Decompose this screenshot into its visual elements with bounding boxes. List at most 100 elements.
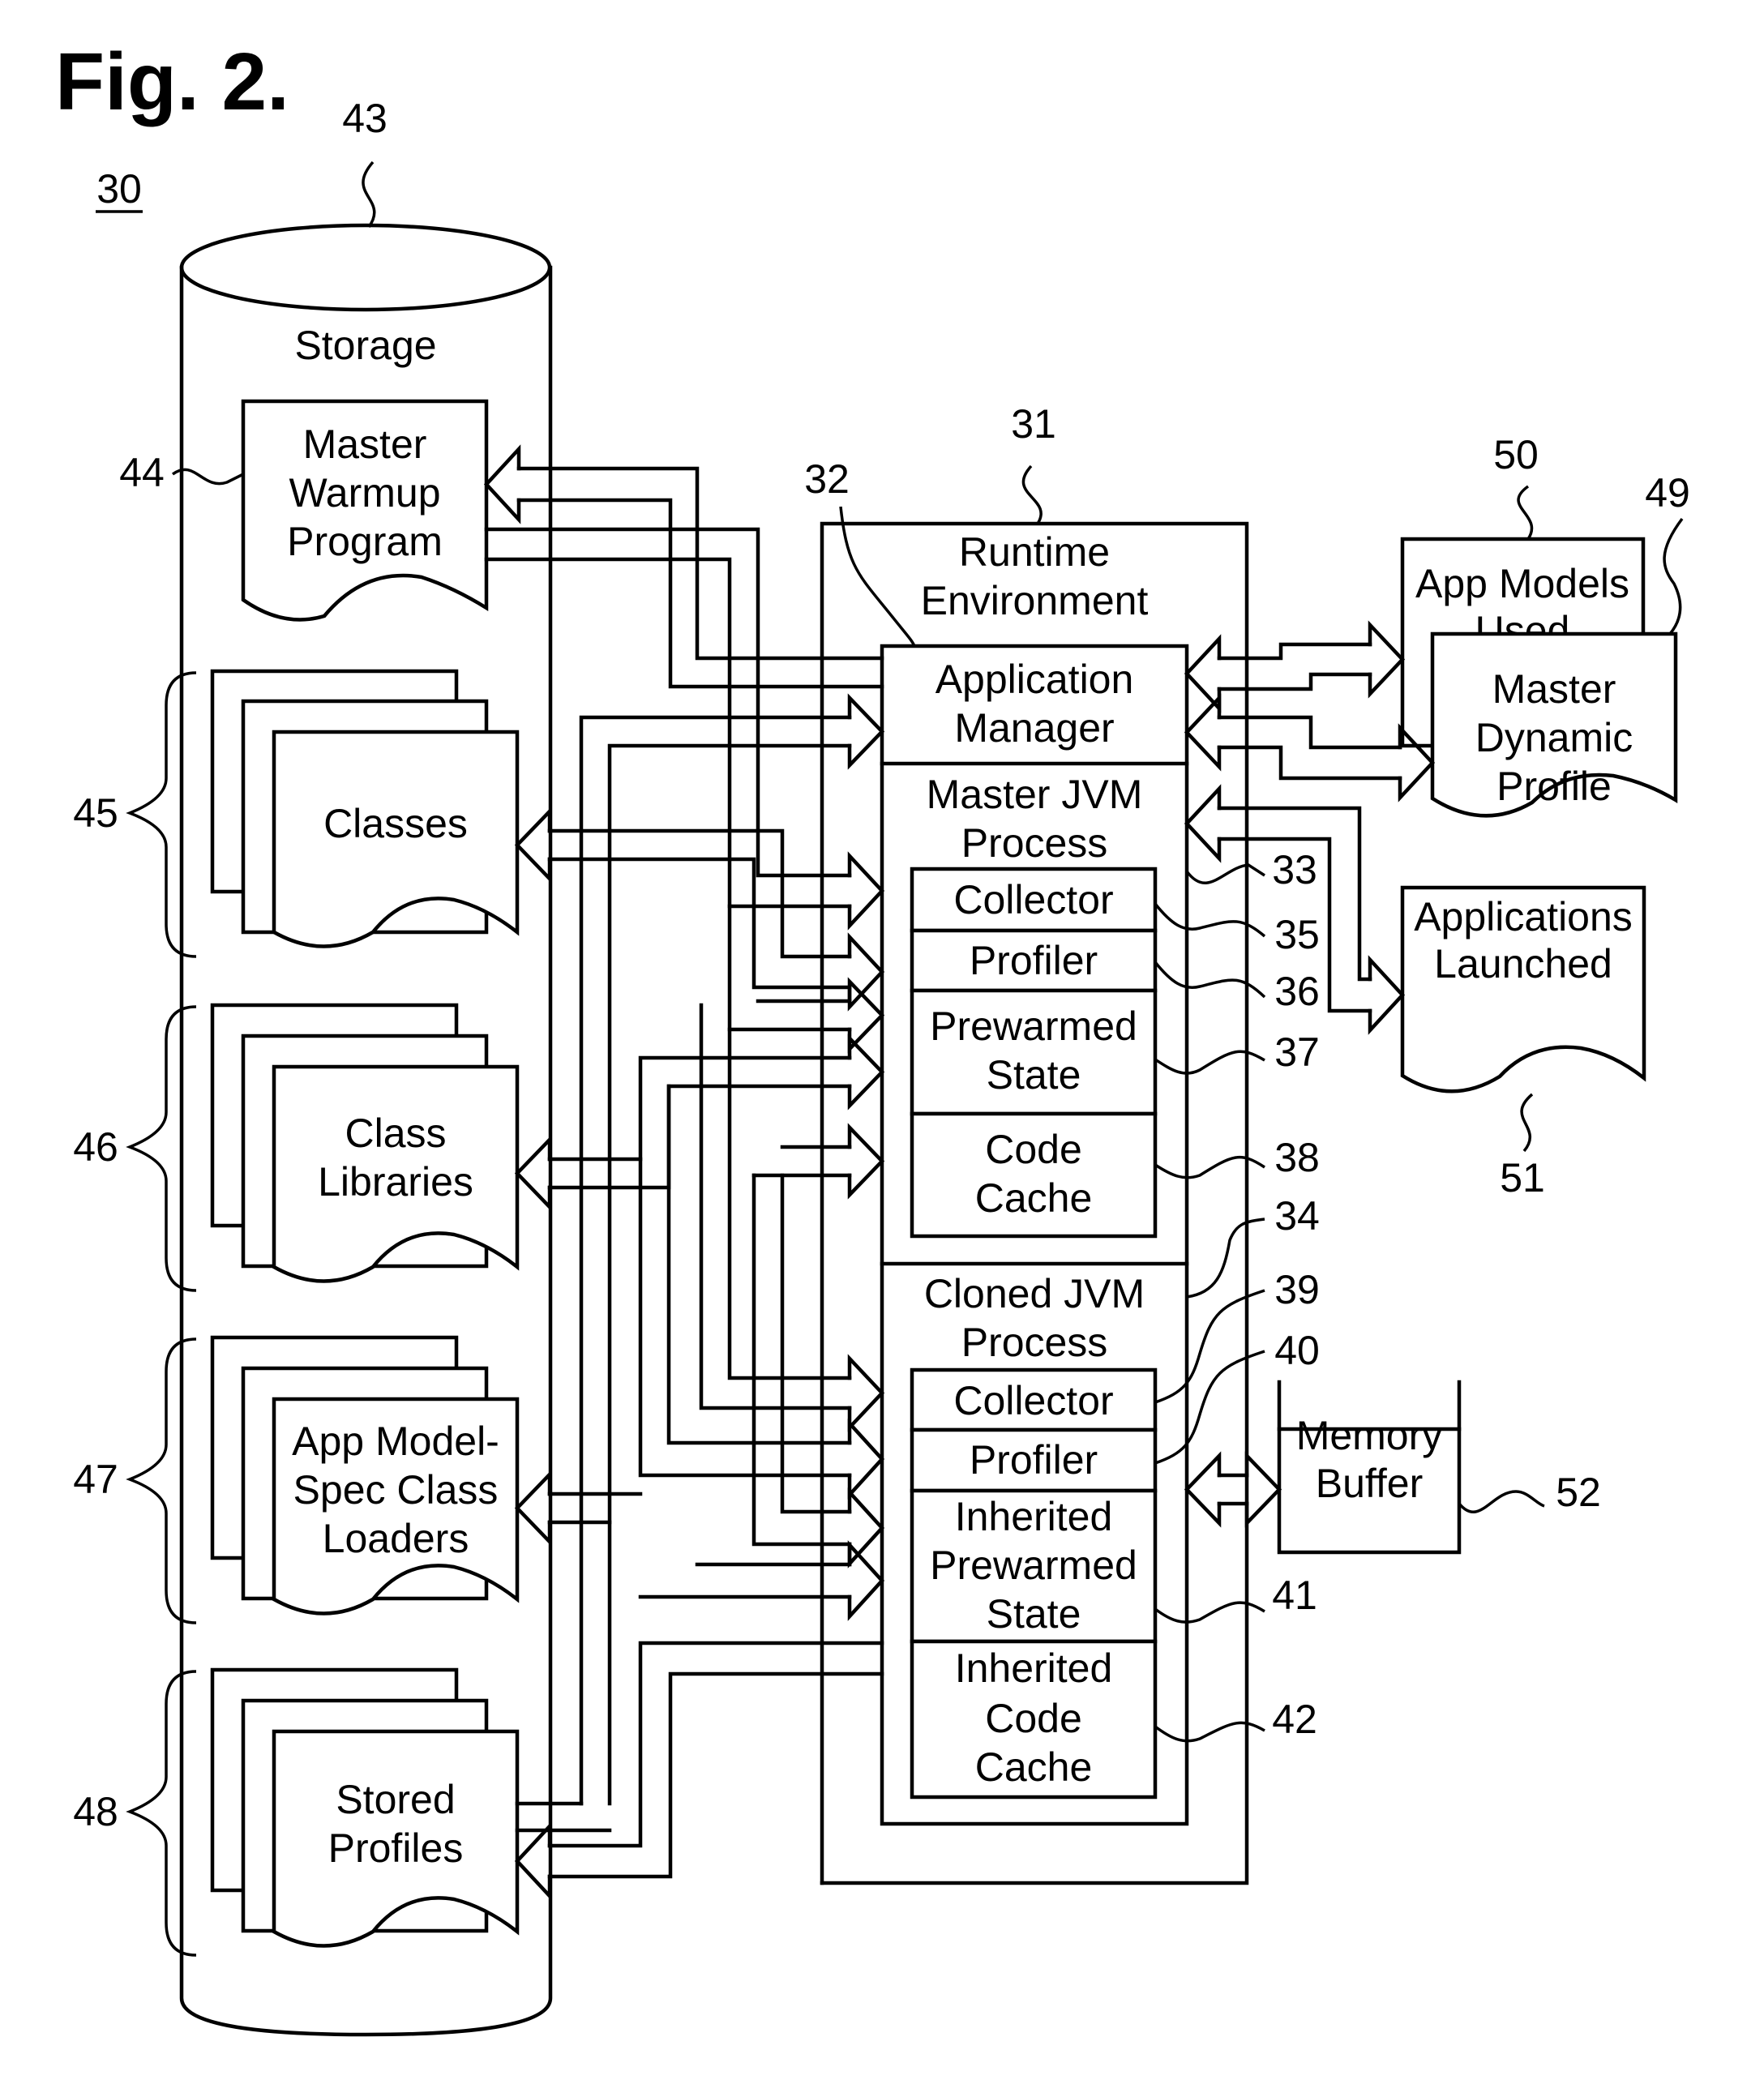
to-apps-launched-head <box>1368 955 1406 1035</box>
to-app-manager-head <box>847 693 885 770</box>
cloned-collector-box: Collector <box>910 1367 1158 1432</box>
leader-50 <box>1517 485 1534 540</box>
cloned-collector-label: Collector <box>953 1378 1113 1423</box>
memory-buffer: Memory Buffer <box>1277 1380 1462 1555</box>
app-models-line-1: App Models <box>1415 561 1629 606</box>
doc-44-line-1: Master <box>303 422 427 467</box>
leader-43 <box>362 160 376 229</box>
memory-buffer-line-2: Buffer <box>1316 1461 1424 1506</box>
cloned-code-cache-line-2: Code <box>985 1696 1082 1741</box>
doc-45-line-1: Classes <box>323 801 468 846</box>
ref-36: 36 <box>1274 969 1320 1014</box>
master-jvm-right-head <box>1184 784 1222 863</box>
master-profile-line-2: Dynamic <box>1475 715 1633 760</box>
app-manager-line-2: Manager <box>954 705 1114 751</box>
classes-to-profiler-lower <box>547 857 852 990</box>
bus-to-cloned-collector-lower <box>699 1003 852 1410</box>
ref-49: 49 <box>1645 470 1690 516</box>
applications-launched-doc: Applications Launched <box>1400 885 1646 1093</box>
cloned-prewarmed-line-2: Prewarmed <box>930 1543 1137 1588</box>
runtime-line-1: Runtime <box>959 529 1110 575</box>
memory-buffer-left-head <box>1184 1451 1222 1528</box>
ref-51: 51 <box>1500 1155 1545 1200</box>
ref-33: 33 <box>1272 847 1317 892</box>
ref-44: 44 <box>119 450 165 495</box>
architecture-diagram: Fig. 2. 30 43 Storage Master Warmup Prog… <box>55 36 1690 2037</box>
to-stored-profiles-head <box>514 1821 552 1901</box>
runtime-line-2: Environment <box>921 578 1149 623</box>
ref-46: 46 <box>73 1124 118 1170</box>
bus-to-cloned-collector-head <box>847 1354 885 1432</box>
stored-profiles-to-app-manager-upper <box>579 715 852 1806</box>
stored-profiles-doc-stack: Stored Profiles <box>210 1667 520 1948</box>
cloned-profiler-box: Profiler <box>910 1427 1158 1493</box>
libraries-to-master-head <box>847 1034 885 1111</box>
bus-to-cloned-prewarmed-upper <box>780 1173 852 1514</box>
app-manager-line-1: Application <box>936 657 1134 702</box>
master-collector-box: Collector <box>910 867 1158 933</box>
master-code-cache-line-2: Cache <box>975 1175 1093 1221</box>
master-jvm-line-2: Process <box>961 820 1108 866</box>
ref-37: 37 <box>1274 1029 1320 1075</box>
doc-44-line-2: Warmup <box>289 470 440 516</box>
cloned-profiler-label: Profiler <box>970 1437 1098 1483</box>
apps-launched-line-1: Applications <box>1414 894 1633 939</box>
bus-to-cloned-collector-upper <box>727 904 852 1380</box>
bus-to-code-cache-head <box>847 1123 885 1200</box>
master-profiler-box: Profiler <box>910 928 1158 993</box>
ref-43: 43 <box>342 96 387 141</box>
leader-31 <box>1021 464 1043 524</box>
leader-51 <box>1520 1093 1534 1153</box>
ref-45: 45 <box>73 790 118 836</box>
arrow-to-warmup-head <box>483 444 521 524</box>
to-app-models-lower <box>1217 672 1372 691</box>
to-app-models-head <box>1368 620 1406 699</box>
brace-45 <box>126 671 197 958</box>
warmup-to-collector-upper <box>484 527 852 878</box>
ref-38: 38 <box>1274 1135 1320 1180</box>
ref-30: 30 <box>96 166 142 212</box>
app-manager-right-head-2 <box>1184 693 1222 772</box>
classes-to-profiler-upper <box>547 828 852 959</box>
leader-49 <box>1663 517 1684 636</box>
leader-34 <box>1186 1218 1265 1299</box>
ref-40: 40 <box>1274 1328 1320 1373</box>
ref-48: 48 <box>73 1789 118 1834</box>
brace-47 <box>126 1337 197 1624</box>
doc-48-line-1: Stored <box>336 1777 455 1822</box>
ref-35: 35 <box>1274 912 1320 957</box>
ref-41: 41 <box>1272 1573 1317 1618</box>
master-prewarmed-line-2: State <box>987 1052 1081 1098</box>
ref-39: 39 <box>1274 1267 1320 1312</box>
ref-47: 47 <box>73 1457 118 1502</box>
cloned-jvm-line-2: Process <box>961 1320 1108 1365</box>
classes-arrow-head <box>514 807 552 884</box>
apps-launched-line-2: Launched <box>1434 941 1612 986</box>
cloned-jvm-line-1: Cloned JVM <box>924 1271 1145 1316</box>
bus-to-cloned-profiler-lower <box>638 1157 852 1478</box>
cloned-prewarmed-line-1: Inherited <box>955 1494 1113 1539</box>
master-code-cache-line-1: Code <box>985 1127 1082 1172</box>
cloned-inherited-prewarmed-state-box: Inherited Prewarmed State <box>910 1488 1158 1644</box>
doc-44-line-3: Program <box>287 519 443 564</box>
warmup-to-collector-lower <box>484 557 852 909</box>
cloned-code-cache-line-3: Cache <box>975 1744 1093 1790</box>
cloned-inherited-code-cache-box: Inherited Code Cache <box>910 1639 1158 1800</box>
leader-33 <box>1185 863 1265 884</box>
leader-52 <box>1458 1490 1545 1513</box>
brace-48 <box>126 1670 197 1957</box>
app-model-spec-class-loaders-doc-stack: App Model- Spec Class Loaders <box>210 1335 520 1616</box>
figure-title: Fig. 2. <box>55 36 289 127</box>
master-profile-line-3: Profile <box>1496 764 1612 809</box>
doc-47-line-2: Spec Class <box>293 1467 499 1513</box>
master-prewarmed-line-1: Prewarmed <box>930 1004 1137 1049</box>
memory-buffer-line-1: Memory <box>1296 1413 1443 1458</box>
to-app-models-upper <box>1217 642 1372 661</box>
ref-42: 42 <box>1272 1697 1317 1742</box>
master-code-cache-box: Code Cache <box>910 1111 1158 1239</box>
bus-to-cloned-prewarmed-lower <box>751 1173 852 1547</box>
ref-34: 34 <box>1274 1193 1320 1239</box>
warmup-to-collector-head <box>847 851 885 931</box>
master-prewarmed-state-box: Prewarmed State <box>910 988 1158 1116</box>
master-dynamic-profile-doc: Master Dynamic Profile <box>1430 631 1678 818</box>
